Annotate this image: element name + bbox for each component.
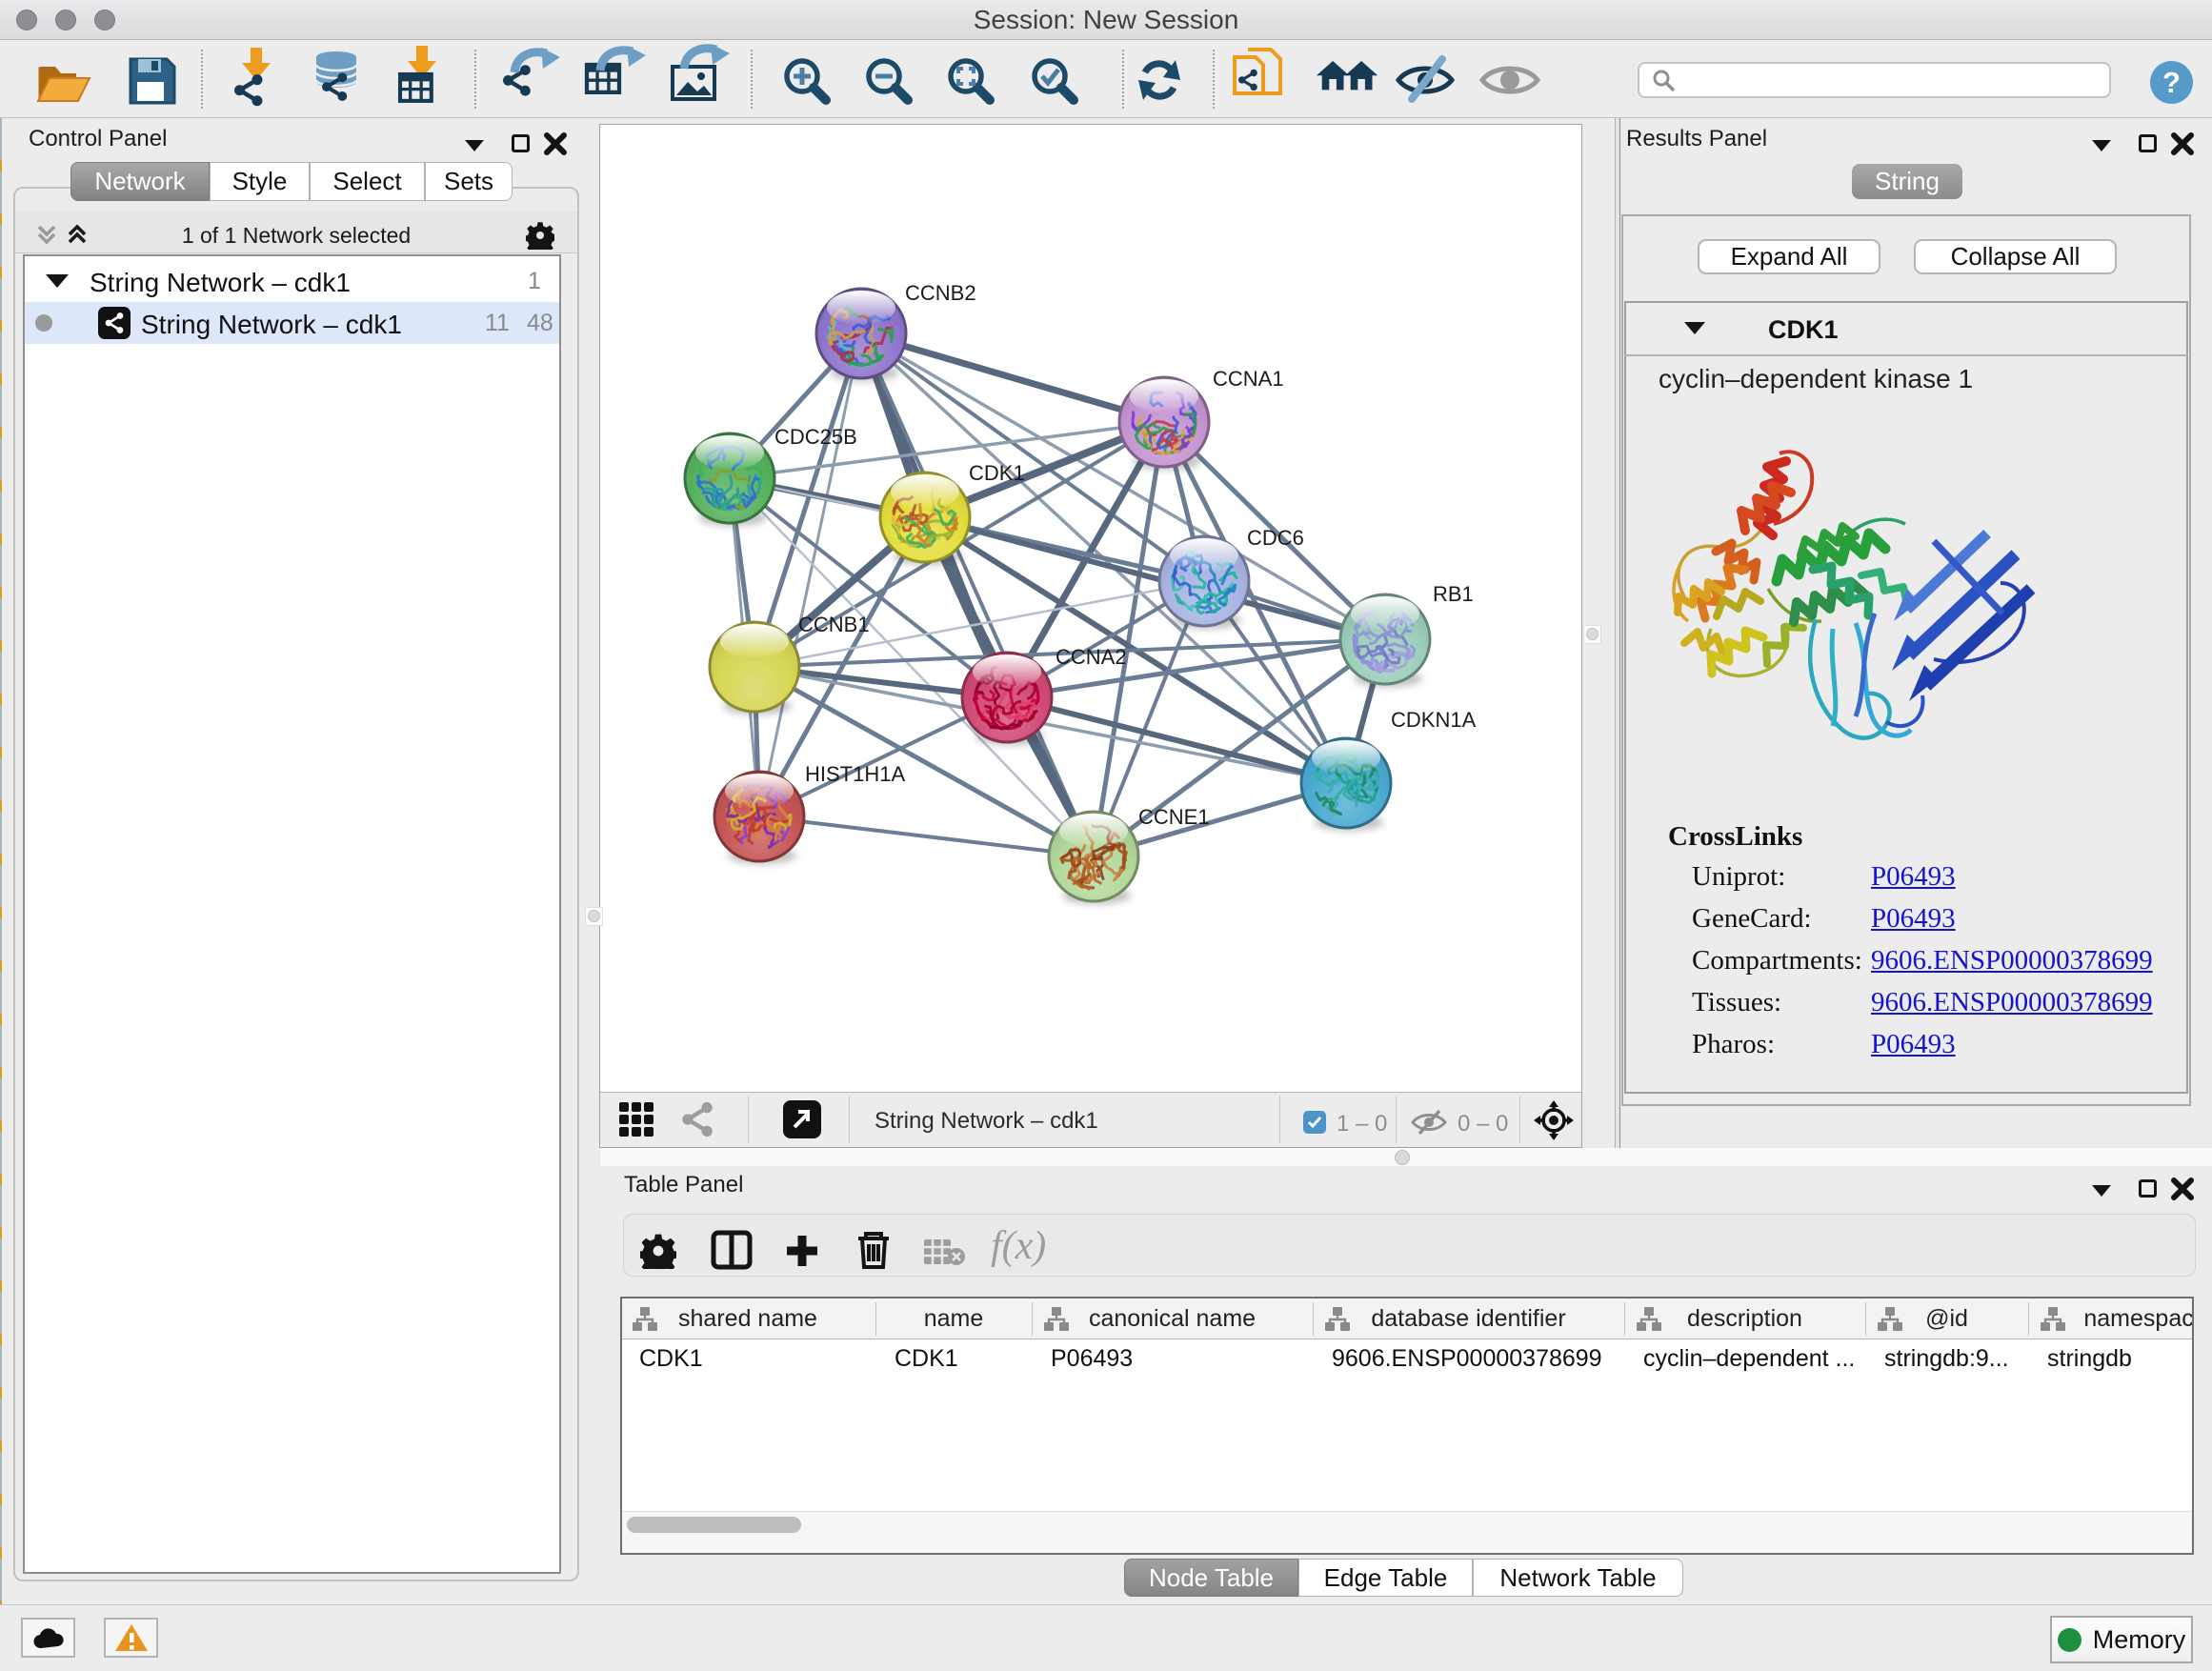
svg-text:CDKN1A: CDKN1A: [1391, 708, 1477, 732]
svg-text:CDK1: CDK1: [969, 461, 1025, 485]
svg-text:CCNE1: CCNE1: [1138, 805, 1210, 829]
svg-text:CCNB1: CCNB1: [798, 613, 870, 636]
svg-text:HIST1H1A: HIST1H1A: [805, 762, 905, 786]
svg-text:CCNA2: CCNA2: [1056, 645, 1127, 669]
svg-text:RB1: RB1: [1433, 582, 1474, 606]
svg-text:CDC6: CDC6: [1247, 526, 1304, 550]
svg-text:CDC25B: CDC25B: [774, 425, 857, 449]
svg-text:CCNA1: CCNA1: [1213, 367, 1284, 391]
svg-text:CCNB2: CCNB2: [905, 281, 976, 305]
